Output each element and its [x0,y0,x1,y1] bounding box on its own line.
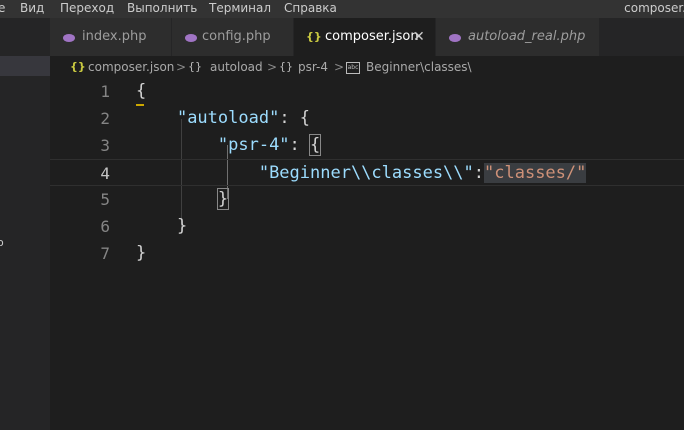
menu-bar: е Вид Переход Выполнить Терминал Справка… [0,0,684,18]
json-string-value: "classes/" [484,163,587,183]
json-punctuation: } [136,243,147,263]
line-number: 1 [100,82,110,101]
php-file-icon [185,18,197,56]
string-icon: abc [346,62,360,74]
line-number: 4 [100,164,110,183]
tab-autoload-real-php[interactable]: autoload_real.php [436,18,600,56]
tab-label: composer.json [325,29,419,44]
object-icon: {} [188,60,202,73]
code-line[interactable]: 4 "Beginner\\classes\\":"classes/" [50,159,684,186]
line-number: 2 [100,109,110,128]
sidebar-selected-row[interactable] [0,56,50,76]
tab-config-php[interactable]: config.php [172,18,294,56]
code-text: "psr-4": { [136,132,322,159]
menu-item-help[interactable]: Справка [284,0,337,16]
menu-item-go[interactable]: Переход [60,0,114,16]
code-line[interactable]: 7} [50,240,684,267]
code-text: "autoload": { [136,105,310,132]
json-punctuation: : [289,135,311,155]
breadcrumb: {} composer.json > {} autoload > {} psr-… [50,56,684,78]
line-number: 3 [100,136,110,155]
code-line[interactable]: 5 } [50,186,684,213]
code-line[interactable]: 1{ [50,78,684,105]
code-text: } [136,213,187,240]
tab-label: config.php [202,29,271,44]
json-punctuation: } [216,188,230,210]
code-text: "Beginner\\classes\\":"classes/" [136,160,587,187]
json-key: "Beginner\\classes\\" [258,163,474,183]
code-line[interactable]: 3 "psr-4": { [50,132,684,159]
json-key: "autoload" [176,108,280,128]
menu-item-terminal[interactable]: Терминал [209,0,271,16]
json-file-icon: {} [306,30,322,43]
close-icon[interactable]: ✕ [413,18,425,56]
menu-item-run[interactable]: Выполнить [127,0,197,16]
line-number: 5 [100,190,110,209]
breadcrumb-item-psr4[interactable]: psr-4 [298,56,328,78]
json-punctuation: } [176,216,188,236]
menu-item-view[interactable]: Вид [20,0,44,16]
json-punctuation: : { [279,108,311,128]
json-key: "psr-4" [217,135,290,155]
line-number: 7 [100,244,110,263]
json-punctuation: : [473,163,485,183]
tab-composer-json[interactable]: {} composer.json ✕ [294,18,436,56]
json-punctuation: { [309,134,322,156]
breadcrumb-item-key[interactable]: Beginner\classes\ [366,56,472,78]
code-editor[interactable]: 1{2 "autoload": {3 "psr-4": {4 "Beginner… [50,78,684,430]
chevron-right-icon: > [176,60,187,74]
line-number: 6 [100,217,110,236]
tab-label: index.php [82,29,147,44]
breadcrumb-item-autoload[interactable]: autoload [210,56,263,78]
breadcrumb-item-file[interactable]: composer.json [88,56,174,78]
code-text: } [136,240,146,267]
window-title: composer. [624,1,684,15]
object-icon: {} [279,60,293,73]
editor-tab-bar: index.php config.php {} composer.json ✕ … [50,18,684,56]
php-file-icon [449,18,461,56]
explorer-sidebar: o [0,18,50,430]
json-file-icon: {} [70,60,86,73]
code-line[interactable]: 2 "autoload": { [50,105,684,132]
php-file-icon [63,18,75,56]
menu-item-edit[interactable]: е [0,0,5,16]
json-punctuation: { [136,81,147,101]
tab-index-php[interactable]: index.php [50,18,172,56]
code-line[interactable]: 6 } [50,213,684,240]
chevron-right-icon: > [334,60,345,74]
tab-label: autoload_real.php [468,29,586,44]
code-text: { [136,78,146,105]
sidebar-edge-glyph: o [0,236,4,249]
chevron-right-icon: > [267,60,278,74]
code-text: } [136,186,230,213]
